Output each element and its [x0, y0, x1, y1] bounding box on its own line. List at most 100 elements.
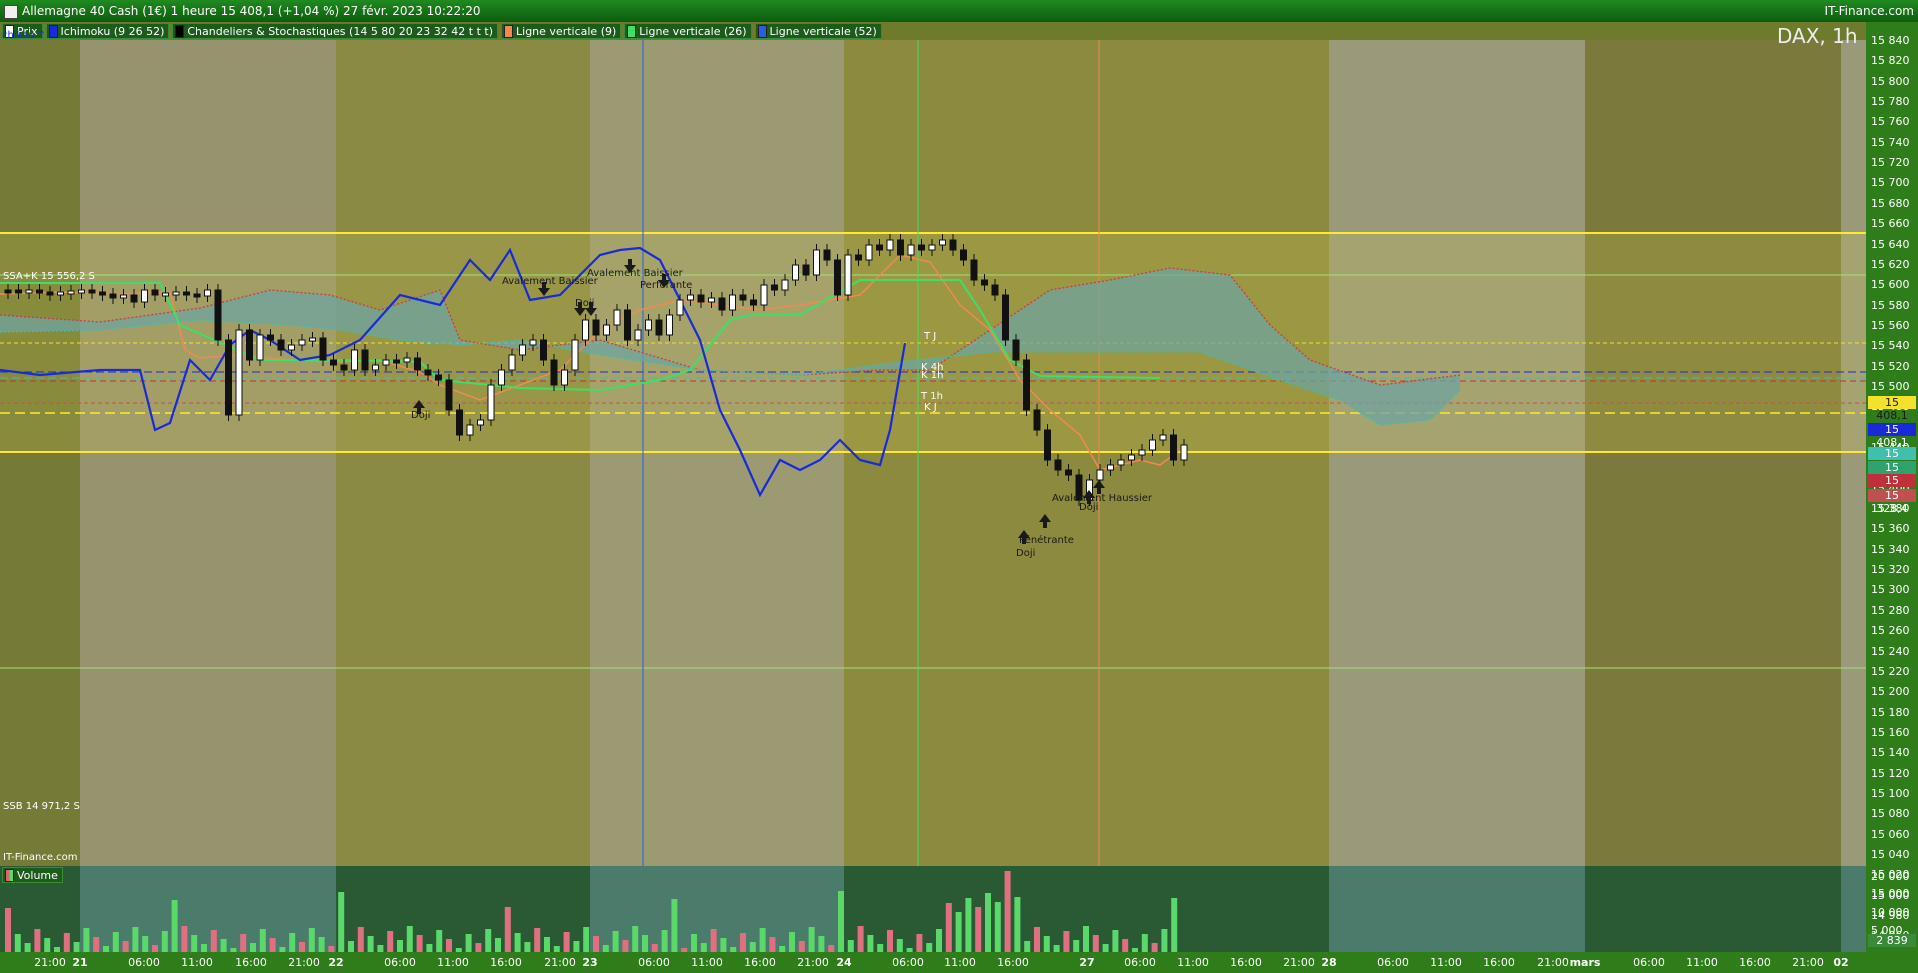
legend-item-chandeliers[interactable]: Chandeliers & Stochastiques (14 5 80 20 …	[172, 23, 499, 39]
price-tick-label: 15 120	[1871, 766, 1910, 780]
candle-body	[151, 289, 159, 296]
volume-bar	[1151, 943, 1158, 952]
candle-body	[865, 244, 873, 261]
candle-body	[886, 239, 894, 251]
price-tick-label: 15 800	[1871, 74, 1910, 88]
candle-body	[1107, 464, 1114, 471]
volume-bar	[1092, 935, 1099, 952]
volume-bar	[514, 933, 521, 952]
volume-bar	[671, 899, 678, 952]
volume-bar	[622, 940, 629, 952]
candle-body	[141, 289, 148, 303]
volume-bar	[1171, 898, 1178, 952]
watermark: IT-Finance.com	[3, 852, 78, 863]
symbol-label: DAX, 1h	[1777, 24, 1858, 48]
price-tick-label: 15 280	[1871, 603, 1910, 617]
legend-item-ichimoku[interactable]: Ichimoku (9 26 52)	[45, 23, 170, 39]
volume-bar	[289, 933, 296, 952]
price-chart[interactable]: Avalement Baissier Avalement Baissier Pe…	[0, 40, 1866, 866]
time-axis[interactable]: 21:00 21 06:00 11:00 16:00 21:00 22 06:00 11:00 1…	[0, 952, 1918, 973]
legend-item-ligne-26[interactable]: Ligne verticale (26)	[624, 23, 752, 39]
candle-body	[309, 337, 316, 342]
candle-body	[172, 291, 180, 296]
legend-item-ligne-9[interactable]: Ligne verticale (9)	[501, 23, 622, 39]
price-tick-label: 15 680	[1871, 196, 1910, 210]
candle-body	[25, 289, 33, 294]
candle-body	[1117, 459, 1125, 466]
time-tick-label: 06:00	[892, 956, 924, 969]
candle-body	[571, 339, 579, 371]
candle-body	[1033, 409, 1041, 431]
volume-bar	[406, 926, 413, 952]
candle-body	[466, 424, 474, 436]
volume-bar	[250, 943, 256, 952]
volume-bar	[798, 941, 805, 952]
candle-body	[876, 244, 883, 251]
volume-bar	[985, 893, 991, 952]
volume-bar	[5, 908, 11, 952]
volume-legend[interactable]: Volume	[2, 867, 63, 883]
ssa-label: SSA+K 15 556,2 S	[3, 271, 95, 282]
volume-bar	[259, 929, 266, 952]
candle-body	[393, 359, 400, 364]
volume-bar	[112, 932, 119, 952]
candle-body	[183, 291, 190, 296]
volume-bar	[465, 934, 472, 952]
price-tick-label: 15 780	[1871, 95, 1910, 109]
candle-body	[970, 259, 978, 281]
legend-item-ligne-52[interactable]: Ligne verticale (52)	[754, 23, 882, 39]
candle-body	[624, 309, 631, 341]
candle-body	[267, 334, 274, 341]
candle-body	[508, 354, 516, 371]
candle-body	[844, 254, 852, 296]
time-tick-label: 21:00	[1792, 956, 1824, 969]
candle-body	[130, 294, 138, 303]
time-tick-label: 21:00	[1537, 956, 1569, 969]
candle-body	[403, 357, 411, 363]
volume-bar	[1024, 941, 1031, 952]
price-tick-label: 15 840	[1871, 34, 1910, 47]
volume-bar	[142, 936, 149, 952]
candle-body	[697, 294, 705, 303]
volume-bar	[132, 927, 139, 952]
candle-body	[15, 289, 22, 294]
volume-bar	[181, 926, 188, 952]
volume-bar	[945, 903, 952, 952]
legend-swatch-icon	[175, 24, 185, 38]
candle-body	[109, 293, 117, 299]
volume-bar	[1014, 897, 1021, 952]
candle-body	[225, 339, 232, 416]
price-marker: 15 408,1	[1868, 396, 1916, 422]
price-tick-label: 15 520	[1871, 359, 1910, 373]
volume-bar	[808, 927, 815, 952]
volume-bar	[563, 932, 570, 952]
price-tick-label: 15 560	[1871, 318, 1910, 332]
volume-bar	[720, 938, 727, 952]
volume-bar	[308, 928, 315, 952]
candle-body	[519, 344, 526, 356]
time-tick-label: 11:00	[437, 956, 469, 969]
price-marker: 15 328,4	[1868, 489, 1916, 515]
time-tick-label: 28	[1321, 956, 1337, 969]
candle-body	[781, 279, 789, 291]
candle-body	[414, 357, 421, 371]
price-tick-label: 15 740	[1871, 135, 1910, 149]
time-tick-label: 16:00	[997, 956, 1029, 969]
candle-body	[1054, 459, 1062, 471]
volume-chart[interactable]	[0, 866, 1866, 952]
volume-bar	[524, 942, 531, 952]
candle-body	[288, 344, 295, 351]
candle-body	[277, 339, 285, 351]
candle-body	[445, 379, 453, 411]
volume-bar	[122, 941, 129, 952]
volume-bar	[1073, 940, 1080, 952]
candle-body	[792, 264, 799, 281]
price-tick-label: 15 260	[1871, 624, 1910, 638]
candle-body	[361, 349, 369, 371]
candle-body	[939, 239, 946, 246]
time-tick-label: 16:00	[1483, 956, 1515, 969]
legend-swatch-icon	[48, 24, 58, 38]
candle-body	[645, 319, 652, 331]
volume-bar	[73, 942, 80, 952]
time-tick-label: 21:00	[544, 956, 576, 969]
